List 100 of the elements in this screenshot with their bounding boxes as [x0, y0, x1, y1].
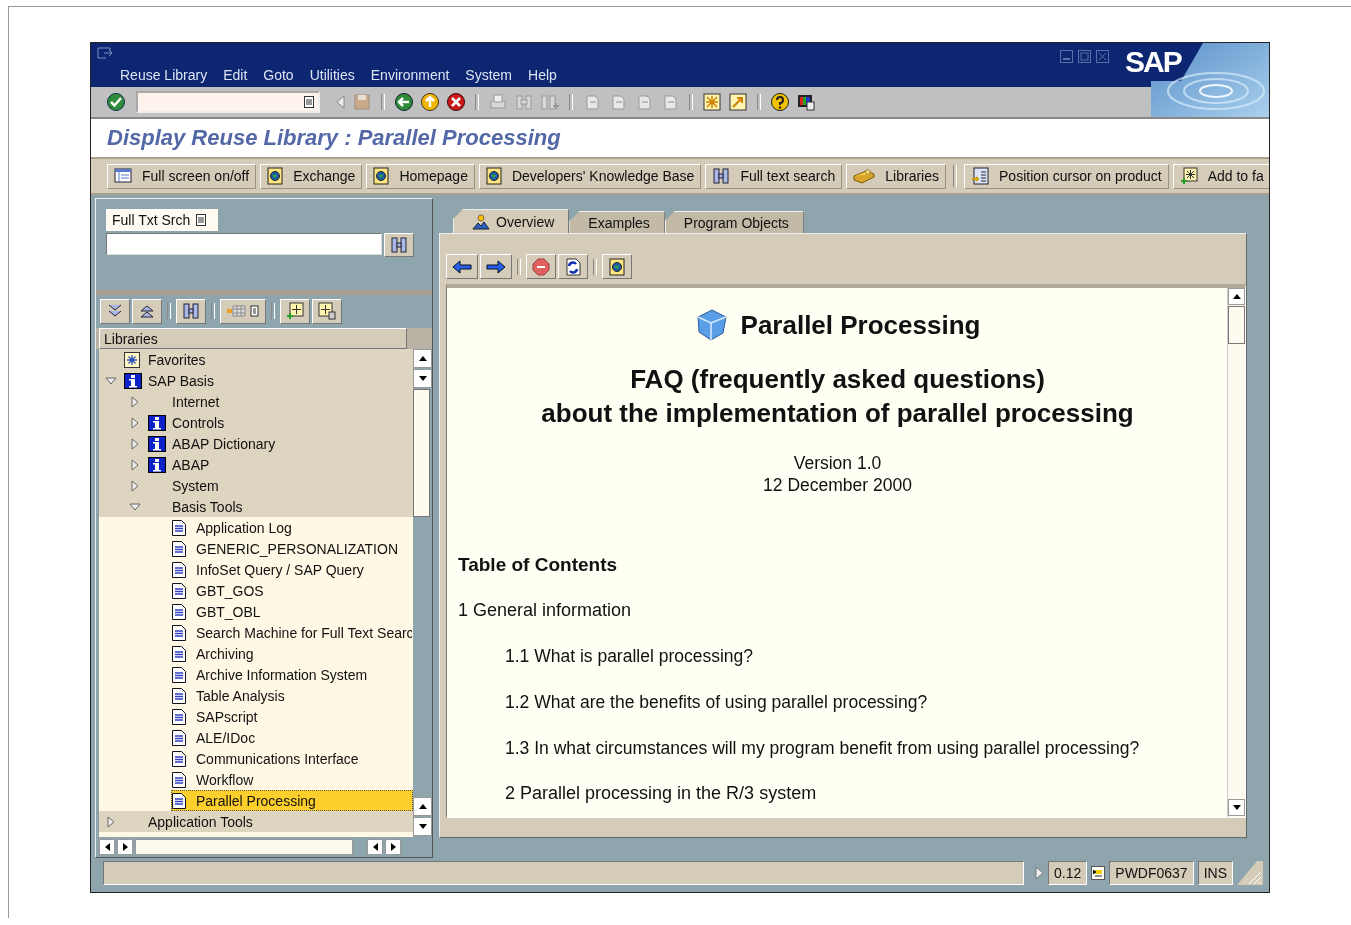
horizontal-scrollbar[interactable] [135, 839, 353, 855]
contents-heading: Table of Contents [458, 554, 619, 576]
tree-item[interactable]: Workflow [171, 769, 413, 790]
new-session-icon[interactable] [702, 92, 722, 112]
tree-item[interactable]: GBT_OBL [171, 601, 413, 622]
toolbar-button[interactable]: Add to fa [1172, 163, 1269, 189]
tree-item[interactable]: Archive Information System [171, 664, 413, 685]
scroll-down-button[interactable] [1228, 799, 1245, 816]
tab[interactable]: Overview [453, 209, 570, 233]
scroll-left-button[interactable] [99, 839, 115, 855]
expand-toggle[interactable] [129, 500, 141, 513]
contents-entry[interactable]: 1.1 What is parallel processing? [458, 646, 1217, 667]
document-icon [172, 729, 186, 746]
tab[interactable]: Program Objects [664, 211, 804, 233]
expand-toggle[interactable] [129, 416, 141, 429]
toolbar-button[interactable]: Developers' Knowledge Base [478, 163, 702, 189]
status-field: PWDF0637 [1109, 861, 1194, 885]
layout-icon[interactable] [796, 92, 816, 112]
expand-toggle[interactable] [129, 395, 141, 408]
scroll-thumb[interactable] [1228, 306, 1245, 344]
document-icon [172, 603, 186, 620]
tree-item[interactable]: InfoSet Query / SAP Query [171, 559, 413, 580]
scroll-up-button[interactable] [1228, 288, 1245, 305]
help-icon[interactable] [770, 92, 790, 112]
layout-button[interactable] [220, 298, 266, 324]
expand-toggle[interactable] [105, 374, 117, 387]
back-icon[interactable] [394, 92, 414, 112]
menu-item[interactable]: Help [528, 67, 557, 83]
scroll-right-button[interactable] [117, 839, 133, 855]
command-field[interactable] [136, 91, 320, 113]
expand-all-icon [107, 304, 123, 318]
tree-item[interactable]: Parallel Processing [171, 790, 413, 811]
menu-item[interactable]: Environment [370, 67, 450, 83]
back-button[interactable] [446, 254, 478, 279]
toolbar-button[interactable]: Exchange [260, 163, 363, 189]
tree-item[interactable]: Communications Interface [171, 748, 413, 769]
delete-favorite-button[interactable] [312, 298, 342, 324]
exit-icon[interactable] [420, 92, 440, 112]
scroll-down-button[interactable] [413, 369, 432, 388]
scroll-thumb[interactable] [413, 389, 430, 517]
menu-item[interactable]: System [465, 67, 513, 83]
close-icon[interactable] [1096, 50, 1109, 63]
status-icon[interactable] [1091, 866, 1106, 880]
add-favorite-button[interactable] [280, 298, 310, 324]
toolbar-button[interactable]: Homepage [366, 163, 475, 189]
tree-item[interactable]: GENERIC_PERSONALIZATION [171, 538, 413, 559]
find-button[interactable] [176, 298, 206, 324]
expand-toggle[interactable] [105, 815, 117, 828]
binoculars-icon [390, 237, 408, 253]
resize-grip-icon[interactable] [1237, 861, 1263, 885]
maximize-icon[interactable] [1078, 50, 1091, 63]
toolbar-button[interactable]: Libraries [846, 163, 946, 189]
delete-favorite-icon [318, 302, 336, 320]
tree-item[interactable]: SAPscript [171, 706, 413, 727]
toolbar-button[interactable]: Position cursor on product [964, 163, 1169, 189]
toolbar-button[interactable]: Full screen on/off [107, 163, 257, 189]
tab[interactable]: Examples [569, 211, 665, 233]
document-icon [172, 708, 186, 725]
scroll-up-button[interactable] [413, 349, 432, 368]
menu-item[interactable]: Utilities [309, 67, 355, 83]
expand-toggle[interactable] [129, 479, 141, 492]
contents-entry[interactable]: 1.3 In what circumstances will my program benefit from using parallel processing? [458, 738, 1217, 759]
dropdown-icon[interactable] [304, 96, 314, 108]
scroll-left-button[interactable] [367, 839, 383, 855]
cancel-icon[interactable] [446, 92, 466, 112]
search-button[interactable] [384, 233, 414, 257]
tree-item[interactable]: Archiving [171, 643, 413, 664]
stop-button[interactable] [526, 254, 556, 279]
expand-toggle[interactable] [129, 458, 141, 471]
toolbar-button[interactable]: Full text search [705, 163, 843, 189]
info-icon [148, 414, 166, 431]
enter-icon[interactable] [106, 92, 126, 112]
shortcut-icon[interactable] [728, 92, 748, 112]
triangle-icon[interactable] [334, 94, 346, 110]
collapse-all-button[interactable] [132, 298, 162, 324]
contents-entry[interactable]: 1.2 What are the benefits of using parallel processing? [458, 692, 1217, 713]
document-subtitle: FAQ (frequently asked questions) [629, 363, 1046, 396]
expand-toggle[interactable] [129, 437, 141, 450]
search-field[interactable] [106, 233, 382, 255]
status-triangle-icon[interactable] [1034, 866, 1045, 880]
scroll-right-button[interactable] [385, 839, 401, 855]
menu-item[interactable]: Reuse Library [120, 67, 208, 83]
homepage-button[interactable] [602, 254, 632, 279]
expand-all-button[interactable] [100, 298, 130, 324]
dropdown-icon[interactable] [196, 214, 207, 226]
column-header[interactable]: Libraries [99, 328, 407, 349]
scroll-up-button[interactable] [413, 797, 432, 816]
forward-button[interactable] [480, 254, 512, 279]
document-icon [172, 519, 186, 536]
tree-item[interactable]: Application Log [171, 517, 413, 538]
refresh-button[interactable] [558, 254, 588, 279]
down-arrow-icon [418, 376, 427, 381]
tree-item[interactable]: GBT_GOS [171, 580, 413, 601]
system-menu-icon[interactable] [97, 47, 113, 59]
menu-item[interactable]: Edit [223, 67, 248, 83]
scroll-down-button[interactable] [413, 817, 432, 836]
tree-item[interactable]: Table Analysis [171, 685, 413, 706]
tree-item[interactable]: ALE/IDoc [171, 727, 413, 748]
minimize-icon[interactable] [1060, 50, 1073, 63]
menu-item[interactable]: Goto [263, 67, 294, 83]
